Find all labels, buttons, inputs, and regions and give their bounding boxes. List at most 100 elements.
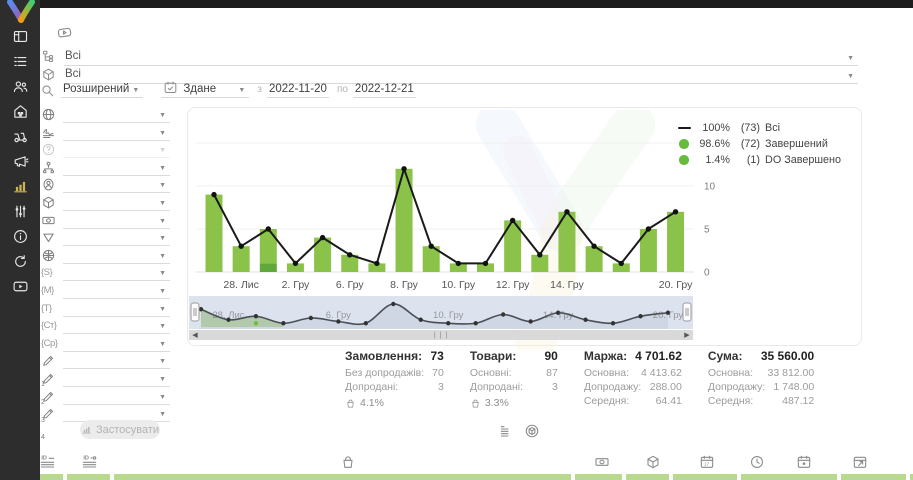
scroll-right-arrow[interactable]: ▶ — [681, 331, 693, 339]
summary-stats: Замовлення:73Без допродажів:70Допродані:… — [345, 349, 814, 409]
pencil-icon: 2 — [41, 371, 56, 386]
chevron-down-icon: ▼ — [847, 73, 854, 80]
sidebar-item-orders[interactable] — [0, 49, 40, 74]
package-circle-icon[interactable] — [524, 423, 540, 439]
side-filter-row: ▼ — [40, 194, 170, 211]
chevron-down-icon: ▼ — [159, 235, 166, 242]
calendar-export-icon[interactable] — [852, 454, 868, 470]
table-header-cell[interactable] — [114, 474, 571, 480]
apply-button[interactable]: Застосувати — [80, 420, 160, 439]
svg-text:10: 10 — [704, 182, 716, 193]
stat-title: Замовлення: — [345, 349, 422, 363]
bag-icon[interactable] — [340, 454, 356, 470]
side-filter-select[interactable]: ▼ — [63, 127, 170, 141]
package-icon[interactable] — [645, 454, 661, 470]
stat-subrow: Допродажу:288.00 — [584, 381, 682, 395]
stat-column: Сума:35 560.00Основна:33 812.00Допродажу… — [708, 349, 814, 409]
tag-icon[interactable] — [55, 24, 74, 41]
side-filter-select[interactable]: ▼ — [63, 250, 170, 264]
svg-text:14. Гру: 14. Гру — [550, 279, 584, 291]
svg-text:6. Гру: 6. Гру — [326, 310, 351, 321]
legend-dot-swatch — [677, 155, 691, 165]
stats-list-icon[interactable] — [498, 423, 514, 439]
sidebar-item-sync[interactable] — [0, 249, 40, 274]
legend-item[interactable]: 100%(73)Всі — [677, 120, 841, 136]
pencil-icon: 4 — [41, 406, 56, 421]
table-header-cell[interactable] — [741, 474, 837, 480]
sidebar-item-info[interactable] — [0, 224, 40, 249]
side-filter-select[interactable]: ▼ — [63, 144, 170, 158]
stat-subrow: Допродажу:1 748.00 — [708, 381, 814, 395]
side-filter-select[interactable]: ▼ — [63, 267, 170, 281]
sidebar-item-customers[interactable] — [0, 74, 40, 99]
table-header-cell[interactable] — [626, 474, 669, 480]
side-filter-select[interactable]: ▼ — [63, 197, 170, 211]
svg-text:6. Гру: 6. Гру — [336, 279, 364, 291]
signature-icon — [41, 125, 56, 140]
range-handle-right — [683, 303, 691, 321]
id-o-icon[interactable]: ID — [82, 454, 98, 470]
sidebar-item-store[interactable] — [0, 99, 40, 124]
side-filter-select[interactable]: ▼ — [63, 109, 170, 123]
date-type-select[interactable]: Здане▼ — [161, 80, 249, 98]
stat-subrow: Допродані:3 — [345, 381, 444, 395]
person-id-icon — [41, 177, 56, 192]
calendar-17-icon[interactable]: 17 — [699, 454, 715, 470]
sidebar-item-settings[interactable] — [0, 199, 40, 224]
id-equal-icon[interactable]: ID — [40, 454, 56, 470]
scroll-left-arrow[interactable]: ◀ — [189, 331, 201, 339]
table-header-cell[interactable] — [67, 474, 110, 480]
sidebar-item-analytics[interactable] — [0, 174, 40, 199]
money-icon[interactable] — [594, 454, 610, 470]
side-filter-row: ▼ — [40, 247, 170, 264]
sidebar-item-dashboard[interactable] — [0, 24, 40, 49]
legend-item[interactable]: 98.6%(72)Завершений — [677, 136, 841, 152]
globe-grid-icon — [41, 248, 56, 263]
sidebar-item-video[interactable] — [0, 274, 40, 299]
package-icon — [41, 195, 56, 210]
chevron-down-icon: ▼ — [238, 87, 245, 94]
calendar-check-icon — [163, 80, 178, 95]
chevron-down-icon: ▼ — [159, 130, 166, 137]
side-filter-select[interactable]: ▼ — [63, 303, 170, 317]
horizontal-scrollbar[interactable]: ◀ | | | ▶ — [189, 330, 693, 340]
chevron-down-icon: ▼ — [159, 358, 166, 365]
stat-value: 73 — [430, 349, 443, 363]
filter-row-status: Всі▼ — [40, 46, 858, 66]
side-filter-select[interactable]: ▼ — [63, 320, 170, 334]
sidebar-item-delivery[interactable] — [0, 124, 40, 149]
side-filter-row: 1▼ — [40, 352, 170, 369]
side-filter-select[interactable]: ▼ — [63, 373, 170, 387]
side-filter-select[interactable]: ▼ — [63, 285, 170, 299]
table-header-cell[interactable] — [673, 474, 737, 480]
range-selector[interactable]: 28. Лис6. Гру10. Гру14. Гру20. Гру — [189, 296, 693, 329]
calendar-dot-icon[interactable] — [796, 454, 812, 470]
svg-text:10. Гру: 10. Гру — [433, 310, 464, 321]
svg-text:5: 5 — [704, 225, 710, 236]
search-mode-select[interactable]: Розширений▼ — [61, 83, 143, 98]
stat-subrow: Середня:64.41 — [584, 395, 682, 409]
side-filter-select[interactable]: ▼ — [63, 179, 170, 193]
table-header-cell[interactable] — [841, 474, 906, 480]
side-filter-select[interactable]: ▼ — [63, 215, 170, 229]
date-to-input[interactable]: 2022-12-21 — [353, 83, 416, 98]
date-to-label: по — [337, 84, 348, 95]
side-filter-select[interactable]: ▼ — [63, 338, 170, 352]
side-filter-select[interactable]: ▼ — [63, 232, 170, 246]
chevron-down-icon: ▼ — [159, 270, 166, 277]
legend-item[interactable]: 1.4%(1)DO Завершено — [677, 152, 841, 168]
table-header-cell[interactable] — [575, 474, 622, 480]
main-chart: 28. Лис2. Гру6. Гру8. Гру10. Гру12. Гру1… — [196, 112, 756, 294]
svg-text:12. Гру: 12. Гру — [496, 279, 530, 291]
clock-icon[interactable] — [749, 454, 765, 470]
side-filter-select[interactable]: ▼ — [63, 355, 170, 369]
side-filter-select[interactable]: ▼ — [63, 162, 170, 176]
stat-column: Товари:90Основні:87Допродані:33.3% — [470, 349, 558, 409]
stat-title: Маржа: — [584, 349, 627, 363]
date-from-input[interactable]: 2022-11-20 — [267, 83, 329, 98]
side-filter-row: {S}▼ — [40, 264, 170, 281]
scrollbar-grip[interactable]: | | | — [201, 332, 681, 339]
sidebar-item-marketing[interactable] — [0, 149, 40, 174]
stat-value: 35 560.00 — [761, 349, 814, 363]
side-filter-select[interactable]: ▼ — [63, 391, 170, 405]
